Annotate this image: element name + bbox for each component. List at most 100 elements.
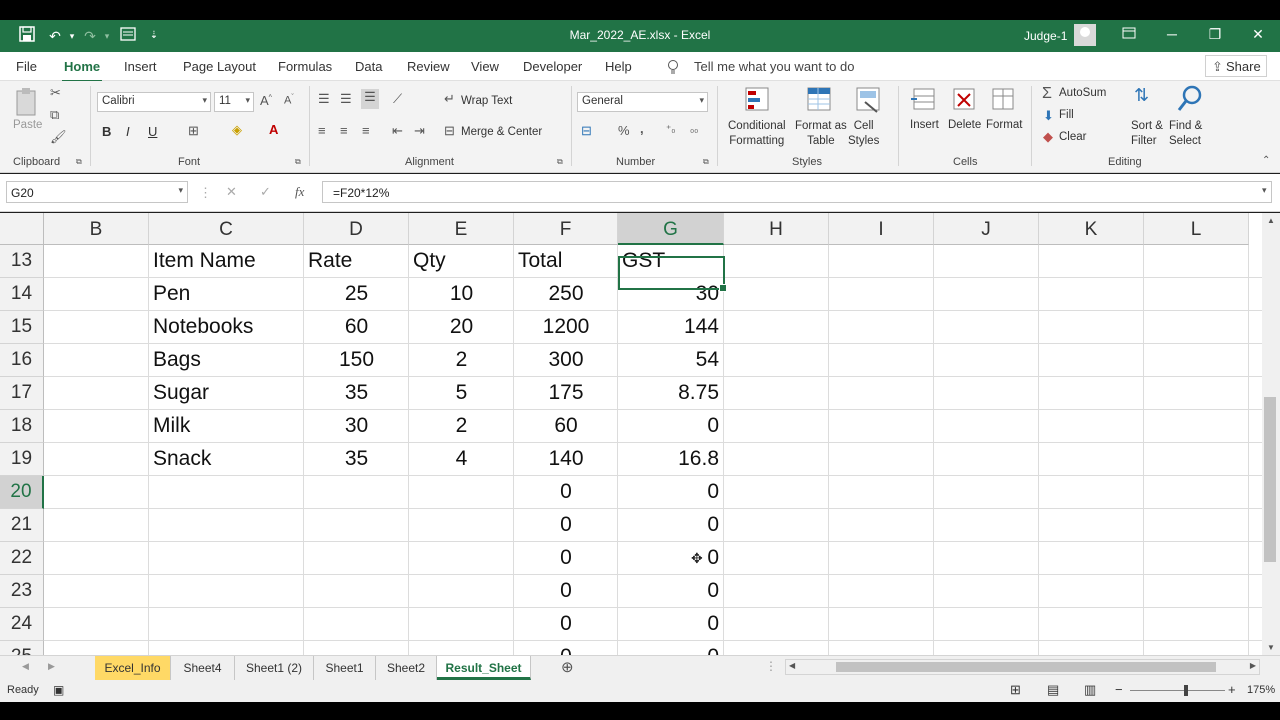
table-cell[interactable]: 0 <box>514 641 618 655</box>
font-name-select[interactable]: Calibri ▾ <box>97 92 211 112</box>
scroll-left-icon[interactable]: ◀ <box>789 661 795 670</box>
number-format-select[interactable]: General ▾ <box>577 92 708 112</box>
align-top-icon[interactable]: ☰ <box>318 91 330 107</box>
column-header-l[interactable]: L <box>1144 213 1249 245</box>
find-select-button[interactable]: Find & Select <box>1169 119 1202 149</box>
format-painter-icon[interactable]: 🖌 <box>50 129 67 145</box>
splitter-icon[interactable]: ⋮ <box>765 659 777 673</box>
table-cell[interactable]: 54 <box>618 344 724 377</box>
menu-home[interactable]: Home <box>61 59 103 83</box>
table-cell[interactable]: 0 <box>514 476 618 509</box>
table-cell[interactable]: 35 <box>304 377 409 410</box>
close-icon[interactable]: ✕ <box>1248 26 1268 43</box>
table-cell[interactable]: 0 <box>618 641 724 655</box>
menu-review[interactable]: Review <box>407 59 450 74</box>
autosum-button[interactable]: AutoSum <box>1059 87 1106 99</box>
column-header-h[interactable]: H <box>724 213 829 245</box>
conditional-formatting-icon[interactable] <box>744 86 772 117</box>
table-cell[interactable]: Milk <box>149 410 304 443</box>
sort-filter-icon[interactable]: ⇅ <box>1134 85 1149 106</box>
alignment-launcher-icon[interactable]: ⧉ <box>557 157 563 167</box>
avatar[interactable] <box>1074 24 1096 46</box>
column-header-e[interactable]: E <box>409 213 514 245</box>
row-header-25[interactable]: 25 <box>0 641 44 655</box>
orientation-icon[interactable]: ⟋ <box>393 91 402 107</box>
clear-button[interactable]: Clear <box>1059 131 1086 143</box>
format-cells-icon[interactable] <box>989 86 1017 117</box>
insert-cells-icon[interactable] <box>910 86 938 117</box>
zoom-out-icon[interactable]: − <box>1115 682 1123 697</box>
table-cell[interactable]: Bags <box>149 344 304 377</box>
insert-cells-button[interactable]: Insert <box>910 119 939 131</box>
next-sheet-icon[interactable]: ▶ <box>48 661 55 672</box>
table-cell[interactable]: 0 <box>618 410 724 443</box>
enter-icon[interactable]: ✓ <box>260 184 271 200</box>
table-cell[interactable]: 0 <box>514 608 618 641</box>
table-cell[interactable]: 60 <box>304 311 409 344</box>
column-header-i[interactable]: I <box>829 213 934 245</box>
row-header-20[interactable]: 20 <box>0 476 44 509</box>
row-header-13[interactable]: 13 <box>0 245 44 278</box>
table-cell[interactable]: 20 <box>409 311 514 344</box>
sort-filter-button[interactable]: Sort & Filter <box>1131 119 1163 149</box>
ribbon-display-icon[interactable] <box>1119 26 1139 42</box>
paste-label[interactable]: Paste <box>13 119 42 131</box>
wrap-text-icon[interactable]: ↵ <box>444 91 455 107</box>
vertical-scroll-thumb[interactable] <box>1264 397 1276 562</box>
menu-data[interactable]: Data <box>355 59 382 74</box>
table-cell[interactable]: 0 <box>514 509 618 542</box>
font-launcher-icon[interactable]: ⧉ <box>295 157 301 167</box>
table-cell[interactable]: 5 <box>409 377 514 410</box>
decrease-decimal-icon[interactable]: ₀₀ <box>690 124 698 135</box>
share-button[interactable]: ⇪ Share <box>1205 55 1267 77</box>
font-size-select[interactable]: 11 ▾ <box>214 92 254 112</box>
column-header-f[interactable]: F <box>514 213 618 245</box>
format-cells-button[interactable]: Format <box>986 119 1022 131</box>
tab-result-sheet[interactable]: Result_Sheet <box>437 656 531 680</box>
cut-icon[interactable]: ✂ <box>50 85 61 101</box>
horizontal-scroll-thumb[interactable] <box>836 662 1216 672</box>
table-cell[interactable]: 0 <box>514 542 618 575</box>
menu-developer[interactable]: Developer <box>523 59 582 74</box>
table-cell[interactable]: Pen <box>149 278 304 311</box>
row-header-24[interactable]: 24 <box>0 608 44 641</box>
menu-formulas[interactable]: Formulas <box>278 59 332 74</box>
borders-icon[interactable]: ⊞ <box>188 123 199 139</box>
macro-record-icon[interactable]: ▣ <box>53 683 64 697</box>
row-header-22[interactable]: 22 <box>0 542 44 575</box>
table-cell[interactable]: 4 <box>409 443 514 476</box>
row-header-17[interactable]: 17 <box>0 377 44 410</box>
table-header-cell[interactable]: Rate <box>304 245 409 278</box>
decrease-font-icon[interactable]: Aˇ <box>284 94 294 107</box>
expand-formula-icon[interactable]: ▾ <box>1262 185 1267 196</box>
row-header-14[interactable]: 14 <box>0 278 44 311</box>
increase-decimal-icon[interactable]: ⁺₀ <box>666 124 675 135</box>
table-cell[interactable]: 0 <box>618 542 724 575</box>
table-cell[interactable]: 30 <box>304 410 409 443</box>
align-right-icon[interactable]: ≡ <box>362 123 370 138</box>
percent-button[interactable]: % <box>618 123 630 138</box>
number-launcher-icon[interactable]: ⧉ <box>703 157 709 167</box>
normal-view-icon[interactable]: ⊞ <box>1010 682 1021 698</box>
select-all-corner[interactable] <box>0 213 44 245</box>
scroll-up-icon[interactable]: ▲ <box>1267 216 1275 225</box>
table-cell[interactable]: 25 <box>304 278 409 311</box>
tab-sheet2[interactable]: Sheet2 <box>376 656 437 680</box>
table-cell[interactable]: 16.8 <box>618 443 724 476</box>
restore-icon[interactable]: ❐ <box>1205 26 1225 43</box>
conditional-formatting-button[interactable]: Conditional Formatting <box>728 119 786 149</box>
fill-color-icon[interactable]: ◈ <box>232 122 242 138</box>
column-header-k[interactable]: K <box>1039 213 1144 245</box>
table-cell[interactable]: 300 <box>514 344 618 377</box>
table-cell[interactable]: 144 <box>618 311 724 344</box>
merge-icon[interactable]: ⊟ <box>444 123 455 139</box>
table-cell[interactable]: 2 <box>409 344 514 377</box>
delete-cells-icon[interactable] <box>950 86 978 117</box>
table-cell[interactable]: 10 <box>409 278 514 311</box>
align-left-icon[interactable]: ≡ <box>318 123 326 138</box>
zoom-slider-thumb[interactable] <box>1184 685 1188 696</box>
user-name[interactable]: Judge-1 <box>1024 29 1067 43</box>
increase-font-icon[interactable]: A^ <box>260 93 272 108</box>
delete-cells-button[interactable]: Delete <box>948 119 981 131</box>
minimize-icon[interactable]: ─ <box>1162 26 1182 42</box>
